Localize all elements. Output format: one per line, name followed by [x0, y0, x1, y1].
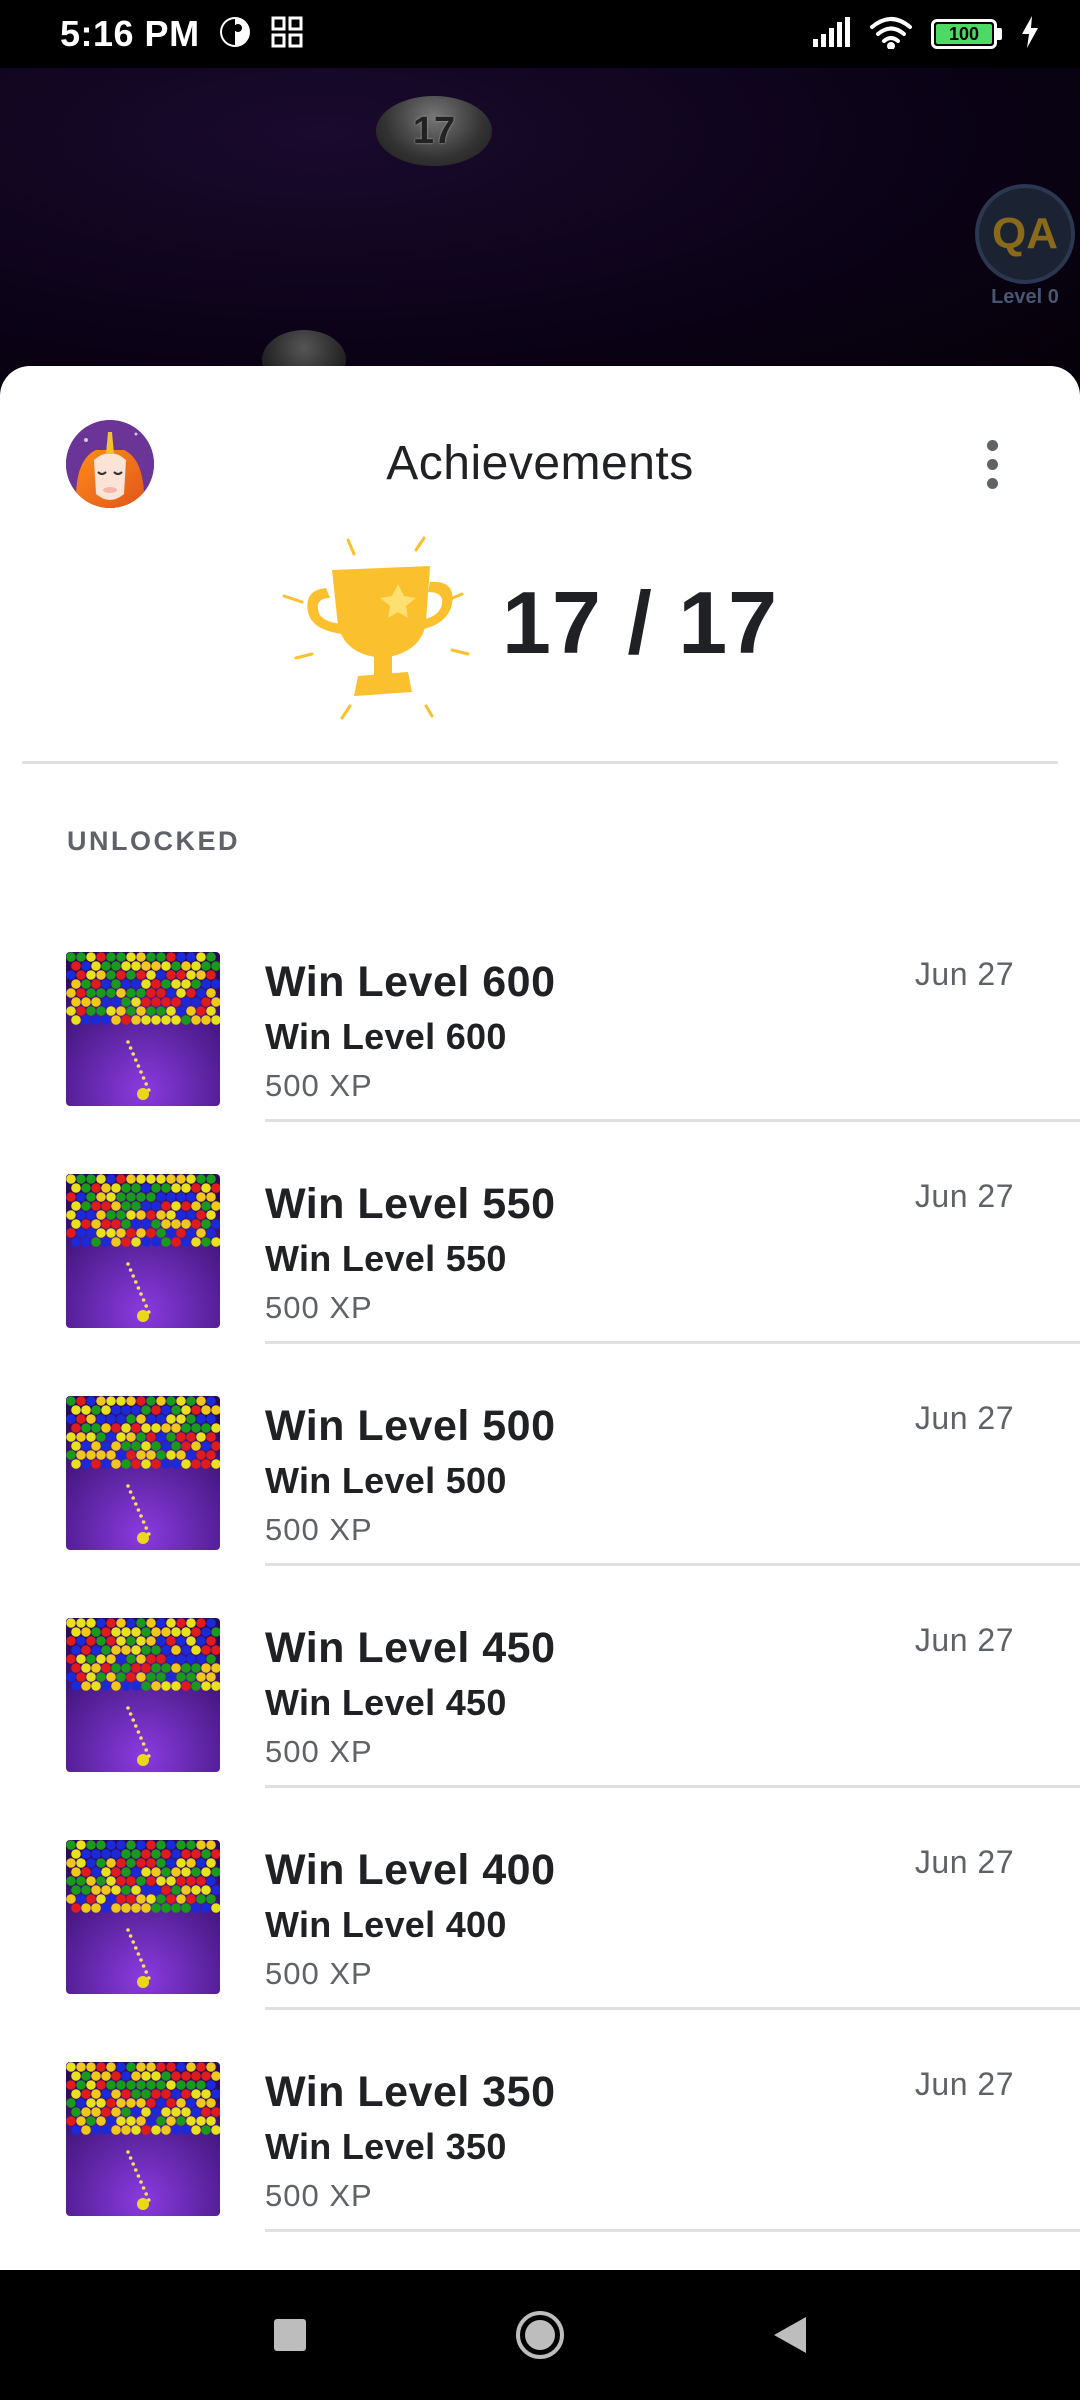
more-vert-icon[interactable] [970, 432, 1014, 496]
achievement-xp: 500 XP [265, 1068, 373, 1103]
achievement-thumbnail [66, 952, 220, 1106]
achievement-description: Win Level 350 [265, 2126, 507, 2167]
achievement-thumbnail [66, 1618, 220, 1772]
achievement-title: Win Level 550 [265, 1180, 556, 1228]
status-time: 5:16 PM [60, 13, 200, 54]
achievement-title: Win Level 450 [265, 1624, 556, 1672]
achievement-description: Win Level 500 [265, 1460, 507, 1501]
player-initials: QA [975, 184, 1075, 284]
achievement-list: Win Level 600 Win Level 600 500 XP Jun 2… [0, 900, 1080, 2232]
achievements-summary: 17 / 17 [0, 526, 1080, 726]
player-level: Level 0 [991, 286, 1059, 308]
achievement-title: Win Level 400 [265, 1846, 556, 1894]
achievements-sheet: Achievements 17 / 17 UNLOCKED Win Level … [0, 366, 1080, 2270]
player-badge[interactable]: QA Level 0 [970, 184, 1080, 334]
data-saver-icon [218, 15, 252, 54]
achievement-description: Win Level 600 [265, 1016, 507, 1057]
status-right: 100 [811, 15, 1040, 54]
achievement-xp: 500 XP [265, 1734, 373, 1769]
charging-icon [1020, 15, 1040, 53]
achievement-date: Jun 27 [914, 1622, 1014, 1658]
wifi-icon [869, 15, 913, 54]
battery-level: 100 [936, 24, 992, 44]
achievement-title: Win Level 500 [265, 1402, 556, 1450]
achievement-xp: 500 XP [265, 2178, 373, 2213]
achievement-date: Jun 27 [914, 2066, 1014, 2102]
achievement-thumbnail [66, 1840, 220, 1994]
sheet-title: Achievements [386, 437, 694, 490]
achievement-xp: 500 XP [265, 1512, 373, 1547]
list-item[interactable]: Win Level 400 Win Level 400 500 XP Jun 2… [0, 1788, 1080, 2010]
achievement-date: Jun 27 [914, 1844, 1014, 1880]
achievement-description: Win Level 400 [265, 1904, 507, 1945]
row-divider [265, 2229, 1080, 2232]
achievements-count: 17 / 17 [502, 573, 779, 672]
achievement-date: Jun 27 [914, 1400, 1014, 1436]
achievement-thumbnail [66, 1396, 220, 1550]
home-icon[interactable] [510, 2305, 570, 2365]
list-item[interactable]: Win Level 600 Win Level 600 500 XP Jun 2… [0, 900, 1080, 1122]
achievement-title: Win Level 600 [265, 958, 556, 1006]
achievement-title: Win Level 350 [265, 2068, 556, 2116]
achievement-thumbnail [66, 2062, 220, 2216]
section-label: UNLOCKED [67, 826, 240, 856]
divider [22, 761, 1058, 764]
back-icon[interactable] [760, 2305, 820, 2365]
screen: 5:16 PM 100 17 QA Level 0 Achievements 1… [0, 0, 1080, 2400]
signal-icon [811, 16, 851, 52]
achievement-description: Win Level 550 [265, 1238, 507, 1279]
status-bar: 5:16 PM 100 [0, 0, 1080, 68]
recents-icon[interactable] [260, 2305, 320, 2365]
battery-icon: 100 [931, 19, 1002, 49]
achievement-date: Jun 27 [914, 1178, 1014, 1214]
game-background: 17 QA Level 0 [0, 68, 1080, 398]
list-item[interactable]: Win Level 450 Win Level 450 500 XP Jun 2… [0, 1566, 1080, 1788]
list-item[interactable]: Win Level 350 Win Level 350 500 XP Jun 2… [0, 2010, 1080, 2232]
status-left: 5:16 PM [60, 13, 304, 55]
achievement-xp: 500 XP [265, 1956, 373, 1991]
list-item[interactable]: Win Level 550 Win Level 550 500 XP Jun 2… [0, 1122, 1080, 1344]
achievement-thumbnail [66, 1174, 220, 1328]
level-node[interactable]: 17 [376, 96, 492, 166]
level-node-number: 17 [412, 109, 456, 152]
achievement-xp: 500 XP [265, 1290, 373, 1325]
trophy-icon [280, 526, 480, 726]
achievement-description: Win Level 450 [265, 1682, 507, 1723]
qr-icon [270, 15, 304, 54]
navigation-bar [0, 2270, 1080, 2400]
list-item[interactable]: Win Level 500 Win Level 500 500 XP Jun 2… [0, 1344, 1080, 1566]
achievement-date: Jun 27 [914, 956, 1014, 992]
